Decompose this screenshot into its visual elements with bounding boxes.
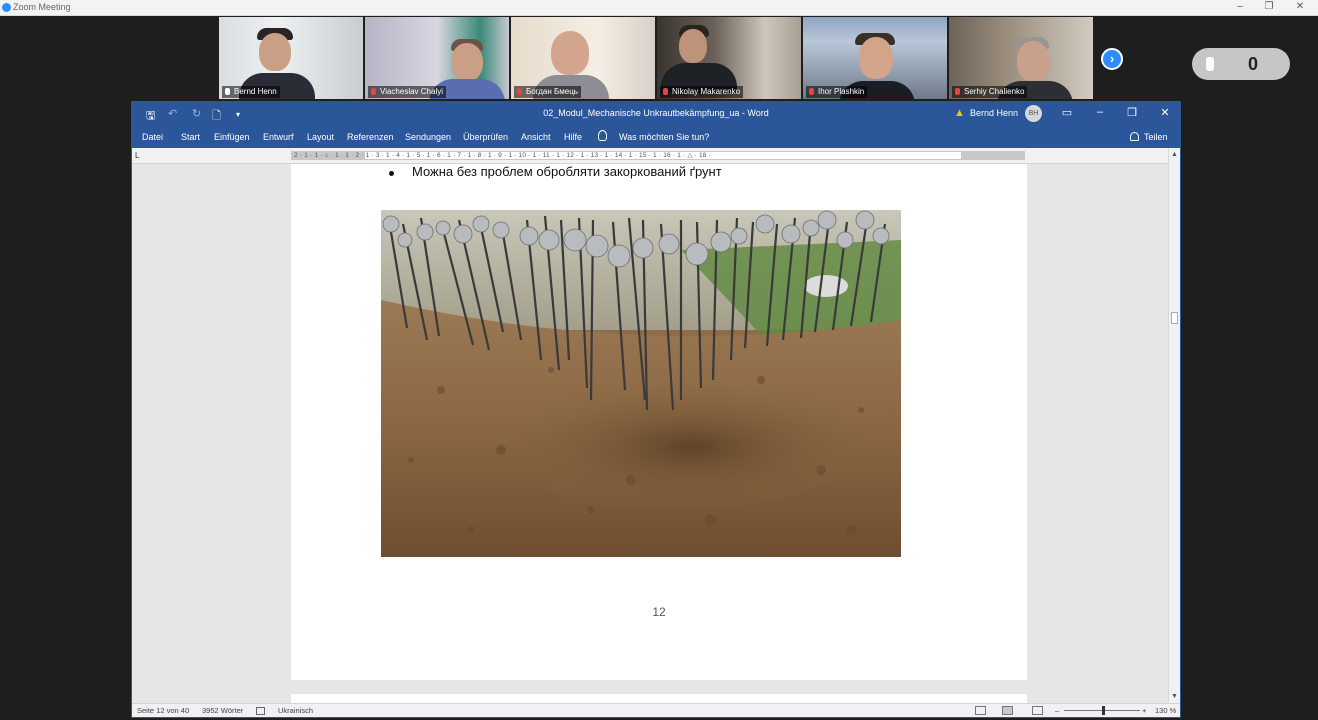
word-window: 🖫 ↶ ↻ 🗋 ▾ 02_Modul_Mechanische Unkrautbe… (131, 101, 1181, 718)
muted-mic-icon (663, 88, 668, 95)
page-number: 12 (652, 605, 666, 619)
mic-icon (1206, 57, 1214, 71)
next-participants-button[interactable]: › (1101, 48, 1123, 70)
language-indicator[interactable]: Ukrainisch (278, 706, 313, 715)
share-icon (1130, 132, 1139, 141)
user-name[interactable]: Bernd Henn (970, 108, 1018, 118)
warning-icon: ▲ (954, 107, 965, 119)
participant-tile[interactable]: Viacheslav Chalyi (365, 17, 509, 99)
participant-tile[interactable]: Serhiy Chalienko (949, 17, 1093, 99)
share-button[interactable]: Teilen (1144, 132, 1168, 142)
scrollbar-thumb[interactable] (1171, 312, 1178, 324)
tab-datei[interactable]: Datei (142, 132, 163, 142)
distant-car (804, 275, 848, 297)
horizontal-ruler[interactable]: L 2 · 1 · 1 · ⌂ · 1 · 1 · 2 · 1 · 3 · 1 … (132, 148, 1180, 164)
participant-tile[interactable]: Богдан Бмець (511, 17, 655, 99)
participant-tile[interactable]: Bernd Henn (219, 17, 363, 99)
tell-me-search[interactable]: Was möchten Sie tun? (619, 132, 709, 142)
bullet-icon (389, 171, 394, 176)
zoom-level[interactable]: 130 % (1155, 706, 1176, 715)
participant-count: 0 (1248, 54, 1259, 74)
participant-strip: Bernd Henn Viacheslav Chalyi Богдан Бмец… (219, 17, 1093, 99)
tine-weeder-photo[interactable] (381, 210, 901, 557)
zoom-restore-button[interactable]: ❐ (1262, 1, 1276, 12)
participant-name: Nikolay Makarenko (660, 86, 744, 98)
zoom-window-title: Zoom Meeting (13, 2, 71, 12)
status-bar: Seite 12 von 40 3952 Wörter Ukrainisch –… (132, 703, 1180, 717)
participant-face (679, 29, 707, 63)
ribbon-display-options-button[interactable]: ▭ (1059, 106, 1075, 119)
participant-name: Богдан Бмець (514, 86, 581, 98)
tab-hilfe[interactable]: Hilfe (564, 132, 582, 142)
participant-name: Viacheslav Chalyi (368, 86, 446, 98)
participant-tile[interactable]: Nikolay Makarenko (657, 17, 801, 99)
participant-name: Bernd Henn (222, 86, 280, 98)
zoom-slider-thumb[interactable] (1102, 706, 1105, 715)
avatar[interactable]: BH (1025, 105, 1042, 122)
tab-entwurf[interactable]: Entwurf (263, 132, 294, 142)
document-title: 02_Modul_Mechanische Unkrautbekämpfung_u… (543, 108, 769, 118)
zoom-close-button[interactable]: ✕ (1293, 1, 1307, 12)
scroll-up-icon[interactable]: ▲ (1171, 151, 1178, 158)
ruler-ticks: 2 · 1 · 1 · ⌂ · 1 · 1 · 2 · 1 · 3 · 1 · … (294, 152, 711, 159)
vertical-scrollbar[interactable]: ▲ ▼ (1168, 148, 1180, 703)
participant-face (451, 43, 483, 81)
word-title-bar: 🖫 ↶ ↻ 🗋 ▾ 02_Modul_Mechanische Unkrautbe… (132, 102, 1180, 126)
zoom-out-button[interactable]: – (1055, 706, 1059, 715)
print-layout-icon[interactable] (1002, 706, 1013, 715)
page-indicator[interactable]: Seite 12 von 40 (137, 706, 189, 715)
tab-sendungen[interactable]: Sendungen (405, 132, 451, 142)
tab-referenzen[interactable]: Referenzen (347, 132, 394, 142)
tab-einfuegen[interactable]: Einfügen (214, 132, 250, 142)
document-page[interactable]: Можна без проблем обробляти закоркований… (291, 164, 1027, 680)
participant-face (1017, 41, 1049, 81)
tab-start[interactable]: Start (181, 132, 200, 142)
muted-mic-icon (955, 88, 960, 95)
participant-name: Ihor Plashkin (806, 86, 868, 98)
tab-layout[interactable]: Layout (307, 132, 334, 142)
tab-ueberpruefen[interactable]: Überprüfen (463, 132, 508, 142)
participant-face (551, 31, 589, 75)
participant-face (259, 33, 291, 71)
restore-button[interactable]: ❐ (1124, 106, 1140, 119)
ribbon-tabs: Datei Start Einfügen Entwurf Layout Refe… (132, 126, 1180, 148)
scroll-down-icon[interactable]: ▼ (1171, 693, 1178, 700)
participant-tile[interactable]: Ihor Plashkin (803, 17, 947, 99)
participant-count-pill[interactable]: 0 (1192, 48, 1290, 80)
zoom-minimize-button[interactable]: – (1233, 1, 1247, 12)
ruler-right-margin (961, 151, 1025, 160)
minimize-button[interactable]: – (1092, 106, 1108, 118)
bullet-item: Можна без проблем обробляти закоркований… (412, 164, 722, 179)
tab-ansicht[interactable]: Ansicht (521, 132, 551, 142)
close-button[interactable]: ✕ (1157, 106, 1173, 119)
participant-face (859, 37, 893, 79)
word-count[interactable]: 3952 Wörter (202, 706, 243, 715)
document-canvas[interactable]: Можна без проблем обробляти закоркований… (132, 164, 1168, 706)
tab-selector[interactable]: L (135, 151, 139, 160)
zoom-in-button[interactable]: + (1142, 706, 1146, 715)
lightbulb-icon (598, 130, 607, 141)
zoom-title-bar: Zoom Meeting – ❐ ✕ (0, 0, 1318, 16)
mic-icon (225, 88, 230, 95)
muted-mic-icon (371, 88, 376, 95)
muted-mic-icon (517, 88, 522, 95)
muted-mic-icon (809, 88, 814, 95)
proofing-icon[interactable] (256, 707, 265, 715)
web-layout-icon[interactable] (1032, 706, 1043, 715)
zoom-app-icon (2, 3, 11, 12)
read-mode-icon[interactable] (975, 706, 986, 715)
participant-name: Serhiy Chalienko (952, 86, 1028, 98)
